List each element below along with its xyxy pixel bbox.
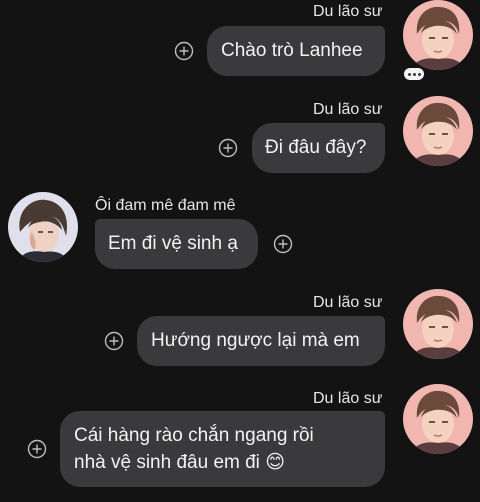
add-reaction-icon[interactable] [27,439,47,459]
teacher-avatar[interactable] [403,289,473,359]
typing-dots-icon [404,68,424,80]
teacher-avatar[interactable] [403,96,473,166]
smile-emoji: 😊 [265,452,285,473]
sender-name: Du lão sư [313,294,383,311]
message-text: Hướng ngược lại mà em [151,330,360,351]
message-line: nhà vệ sinh đâu em đi [74,452,260,473]
teacher-avatar[interactable] [403,384,473,454]
sender-name: Du lão sư [313,390,383,407]
message-bubble[interactable]: Cái hàng rào chắn ngang rồi nhà vệ sinh … [60,411,385,487]
message-bubble[interactable]: Chào trò Lanhee [207,26,385,76]
message-text: Chào trò Lanhee [221,40,363,61]
teacher-avatar[interactable] [403,0,473,70]
student-avatar[interactable] [8,192,78,262]
add-reaction-icon[interactable] [104,331,124,351]
sender-name: Du lão sư [313,3,383,20]
add-reaction-icon[interactable] [273,234,293,254]
sender-name: Du lão sư [313,101,383,118]
message-text: Đi đâu đây? [265,137,367,158]
sender-name: Ôi đam mê đam mê [95,197,236,214]
message-line: Cái hàng rào chắn ngang rồi [74,425,314,446]
message-bubble[interactable]: Em đi vệ sinh ạ [95,219,258,269]
message-bubble[interactable]: Đi đâu đây? [252,123,385,173]
add-reaction-icon[interactable] [218,138,238,158]
message-text: Em đi vệ sinh ạ [108,233,238,254]
message-bubble[interactable]: Hướng ngược lại mà em [137,316,385,366]
add-reaction-icon[interactable] [174,41,194,61]
